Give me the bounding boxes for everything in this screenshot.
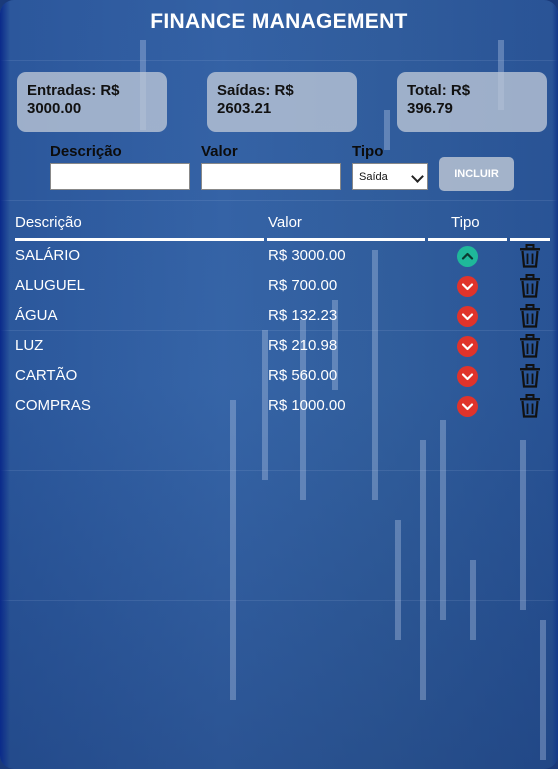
row-value: R$ 560.00 <box>268 367 338 384</box>
trash-icon[interactable] <box>519 274 541 298</box>
total-label: Total: R$ <box>407 82 471 99</box>
description-field-label: Descrição <box>50 143 122 160</box>
column-header-value: Valor <box>268 214 302 231</box>
row-value: R$ 3000.00 <box>268 247 346 264</box>
value-input[interactable] <box>201 163 341 190</box>
table-row: COMPRAS R$ 1000.00 <box>0 391 558 421</box>
table-row: ÁGUA R$ 132.23 <box>0 301 558 331</box>
chevron-down-circle-icon <box>457 336 478 357</box>
table-row: ALUGUEL R$ 700.00 <box>0 271 558 301</box>
row-description: LUZ <box>15 337 44 354</box>
expenses-label: Saídas: R$ <box>217 82 294 99</box>
income-card: Entradas: R$ 3000.00 <box>17 72 167 132</box>
row-description: ÁGUA <box>15 307 58 324</box>
row-description: SALÁRIO <box>15 247 81 264</box>
table-row: LUZ R$ 210.98 <box>0 331 558 361</box>
app-container: FINANCE MANAGEMENT Entradas: R$ 3000.00 … <box>0 0 558 769</box>
total-card: Total: R$ 396.79 <box>397 72 547 132</box>
row-value: R$ 210.98 <box>268 337 338 354</box>
row-description: COMPRAS <box>15 397 91 414</box>
income-value: 3000.00 <box>27 100 82 117</box>
column-header-description: Descrição <box>15 214 82 231</box>
trash-icon[interactable] <box>519 334 541 358</box>
total-value: 396.79 <box>407 100 453 117</box>
chevron-down-circle-icon <box>457 396 478 417</box>
expenses-card: Saídas: R$ 2603.21 <box>207 72 357 132</box>
value-field-label: Valor <box>201 143 238 160</box>
chevron-up-circle-icon <box>457 246 478 267</box>
column-header-type: Tipo <box>451 214 480 231</box>
type-field-label: Tipo <box>352 143 384 160</box>
row-value: R$ 1000.00 <box>268 397 346 414</box>
trash-icon[interactable] <box>519 364 541 388</box>
table-row: CARTÃO R$ 560.00 <box>0 361 558 391</box>
income-label: Entradas: R$ <box>27 82 120 99</box>
add-entry-button[interactable]: INCLUIR <box>439 157 514 191</box>
row-description: ALUGUEL <box>15 277 86 294</box>
type-select-value: Saída <box>359 170 388 183</box>
trash-icon[interactable] <box>519 304 541 328</box>
table-row: SALÁRIO R$ 3000.00 <box>0 241 558 271</box>
chevron-down-icon <box>411 170 424 183</box>
trash-icon[interactable] <box>519 244 541 268</box>
trash-icon[interactable] <box>519 394 541 418</box>
expenses-value: 2603.21 <box>217 100 272 117</box>
row-value: R$ 132.23 <box>268 307 338 324</box>
chevron-down-circle-icon <box>457 366 478 387</box>
chevron-down-circle-icon <box>457 306 478 327</box>
row-value: R$ 700.00 <box>268 277 338 294</box>
row-description: CARTÃO <box>15 367 78 384</box>
type-select[interactable]: Saída <box>352 163 428 190</box>
description-input[interactable] <box>50 163 190 190</box>
page-title: FINANCE MANAGEMENT <box>150 10 408 33</box>
chevron-down-circle-icon <box>457 276 478 297</box>
